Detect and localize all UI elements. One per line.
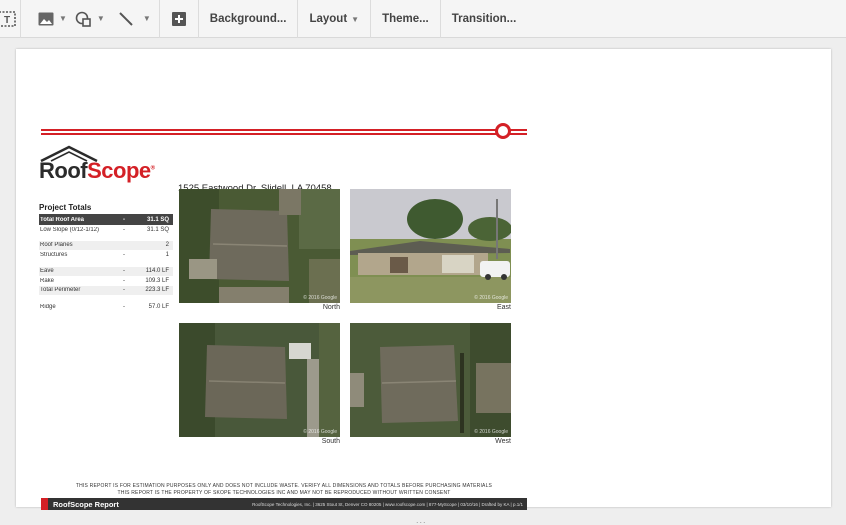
toolbar-separator [370, 0, 372, 38]
row-label: Eave [40, 268, 54, 275]
photo-caption-east: East [496, 304, 511, 311]
image-caret-icon[interactable]: ▼ [59, 14, 67, 23]
row-dash: - [123, 287, 125, 294]
toolbar-separator [439, 0, 441, 38]
line-icon[interactable] [115, 8, 137, 30]
toolbar: T ▼ ▼ ▼ Background... Layout ▼ Theme... T… [0, 0, 846, 38]
row-value: 109.3 LF [145, 277, 169, 284]
row-dash: - [123, 268, 125, 275]
table-row: Eave - 114.0 LF [39, 266, 173, 276]
logo-registered-mark: ® [150, 165, 155, 172]
row-value: 57.0 LF [148, 303, 169, 310]
layout-caret-icon: ▼ [351, 14, 360, 24]
photo-watermark: © 2016 Google [303, 295, 337, 301]
table-row: Low Slope (0/12-1/12) - 31.1 SQ [39, 225, 173, 235]
row-value: 2 [165, 242, 169, 249]
toolbar-separator [20, 0, 21, 38]
row-value: 31.1 SQ [146, 226, 169, 233]
slide[interactable]: RoofScope® 1525 Eastwood Dr, Slidell, LA… [16, 49, 831, 510]
photo-caption-west: West [495, 438, 511, 445]
disclaimer-line-2: THIS REPORT IS THE PROPERTY OF SKOPE TEC… [117, 490, 451, 496]
row-dash: - [123, 303, 125, 310]
row-label: Roof Planes [40, 242, 73, 249]
photo-watermark: © 2016 Google [474, 429, 508, 435]
layout-button[interactable]: Layout ▼ [300, 13, 368, 25]
logo-roof-text: Roof [39, 158, 88, 183]
roofscope-logo: RoofScope® [39, 145, 169, 189]
transition-button[interactable]: Transition... [443, 13, 526, 25]
photo-caption-north: North [322, 304, 340, 311]
layout-label: Layout [309, 12, 348, 25]
east-street-photo: © 2016 Google [350, 189, 511, 303]
logo-scope-text: Scope [87, 158, 151, 183]
footer-accent [41, 498, 48, 510]
totals-title: Project Totals [39, 203, 92, 212]
toolbar-separator [197, 0, 199, 38]
north-aerial-photo: © 2016 Google [179, 189, 340, 303]
row-label: Total Perimeter [40, 287, 81, 294]
south-aerial-photo: © 2016 Google [179, 323, 340, 437]
table-row: Structures - 1 [39, 250, 173, 260]
header-rule [41, 129, 527, 131]
row-value: 223.3 LF [145, 287, 169, 294]
footer-info: RoofScope Technologies, Inc. | 3625 Stou… [252, 501, 523, 507]
table-row: Total Roof Area - 31.1 SQ [39, 214, 173, 225]
row-dash: - [123, 277, 125, 284]
svg-text:T: T [4, 15, 10, 26]
header-rule [41, 133, 527, 135]
shape-caret-icon[interactable]: ▼ [97, 14, 105, 23]
toolbar-separator [158, 0, 160, 38]
line-caret-icon[interactable]: ▼ [143, 14, 151, 23]
text-box-icon[interactable]: T [0, 8, 18, 30]
image-icon[interactable] [35, 8, 57, 30]
background-button[interactable]: Background... [201, 13, 296, 25]
table-row: Ridge - 57.0 LF [39, 302, 173, 312]
canvas-area: RoofScope® 1525 Eastwood Dr, Slidell, LA… [0, 38, 846, 525]
toolbar-separator [297, 0, 299, 38]
theme-button[interactable]: Theme... [373, 13, 438, 25]
totals-table: Total Roof Area - 31.1 SQ Low Slope (0/12-… [39, 214, 173, 312]
row-label: Rake [40, 277, 55, 284]
table-row: Total Perimeter - 223.3 LF [39, 285, 173, 295]
roofscope-report-image[interactable]: RoofScope® 1525 Eastwood Dr, Slidell, LA… [16, 49, 831, 510]
row-label: Low Slope (0/12-1/12) [40, 226, 100, 233]
photo-watermark: © 2016 Google [303, 429, 337, 435]
row-label: Total Roof Area [40, 216, 85, 223]
header-ring-icon [495, 123, 511, 139]
table-row: Roof Planes 2 [39, 240, 173, 250]
table-row: Rake - 109.3 LF [39, 276, 173, 286]
row-value: 31.1 SQ [146, 216, 169, 223]
row-dash: - [123, 226, 125, 233]
row-label: Ridge [40, 303, 56, 310]
footer-title: RoofScope Report [53, 499, 119, 509]
row-value: 114.0 LF [145, 268, 169, 275]
insert-comment-icon[interactable] [168, 8, 190, 30]
slide-resize-handle[interactable]: ... [416, 515, 427, 525]
report-footer: RoofScope Report RoofScope Technologies,… [41, 498, 527, 510]
row-dash: - [123, 216, 125, 223]
photo-caption-south: South [321, 438, 340, 445]
row-dash: - [123, 251, 125, 258]
row-label: Structures [40, 251, 68, 258]
shape-icon[interactable] [73, 8, 95, 30]
west-aerial-photo: © 2016 Google [350, 323, 511, 437]
row-value: 1 [165, 251, 169, 258]
photo-watermark: © 2016 Google [474, 295, 508, 301]
disclaimer-line-1: THIS REPORT IS FOR ESTIMATION PURPOSES O… [75, 483, 493, 489]
